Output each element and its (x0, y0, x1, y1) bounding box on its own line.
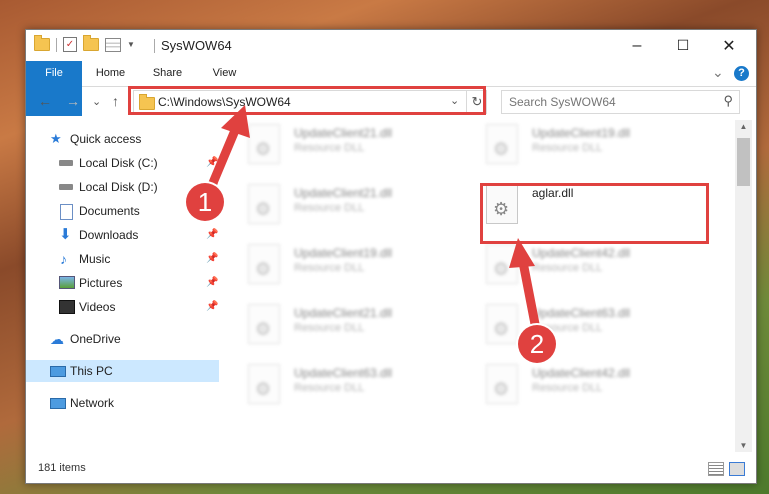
arrow-1-shaft (205, 123, 241, 195)
arrow-2-head (509, 238, 535, 268)
callout-2: 2 (518, 325, 556, 363)
callout-1: 1 (186, 183, 224, 221)
annotation-arrows (205, 105, 540, 329)
arrow-2-shaft (518, 257, 540, 329)
